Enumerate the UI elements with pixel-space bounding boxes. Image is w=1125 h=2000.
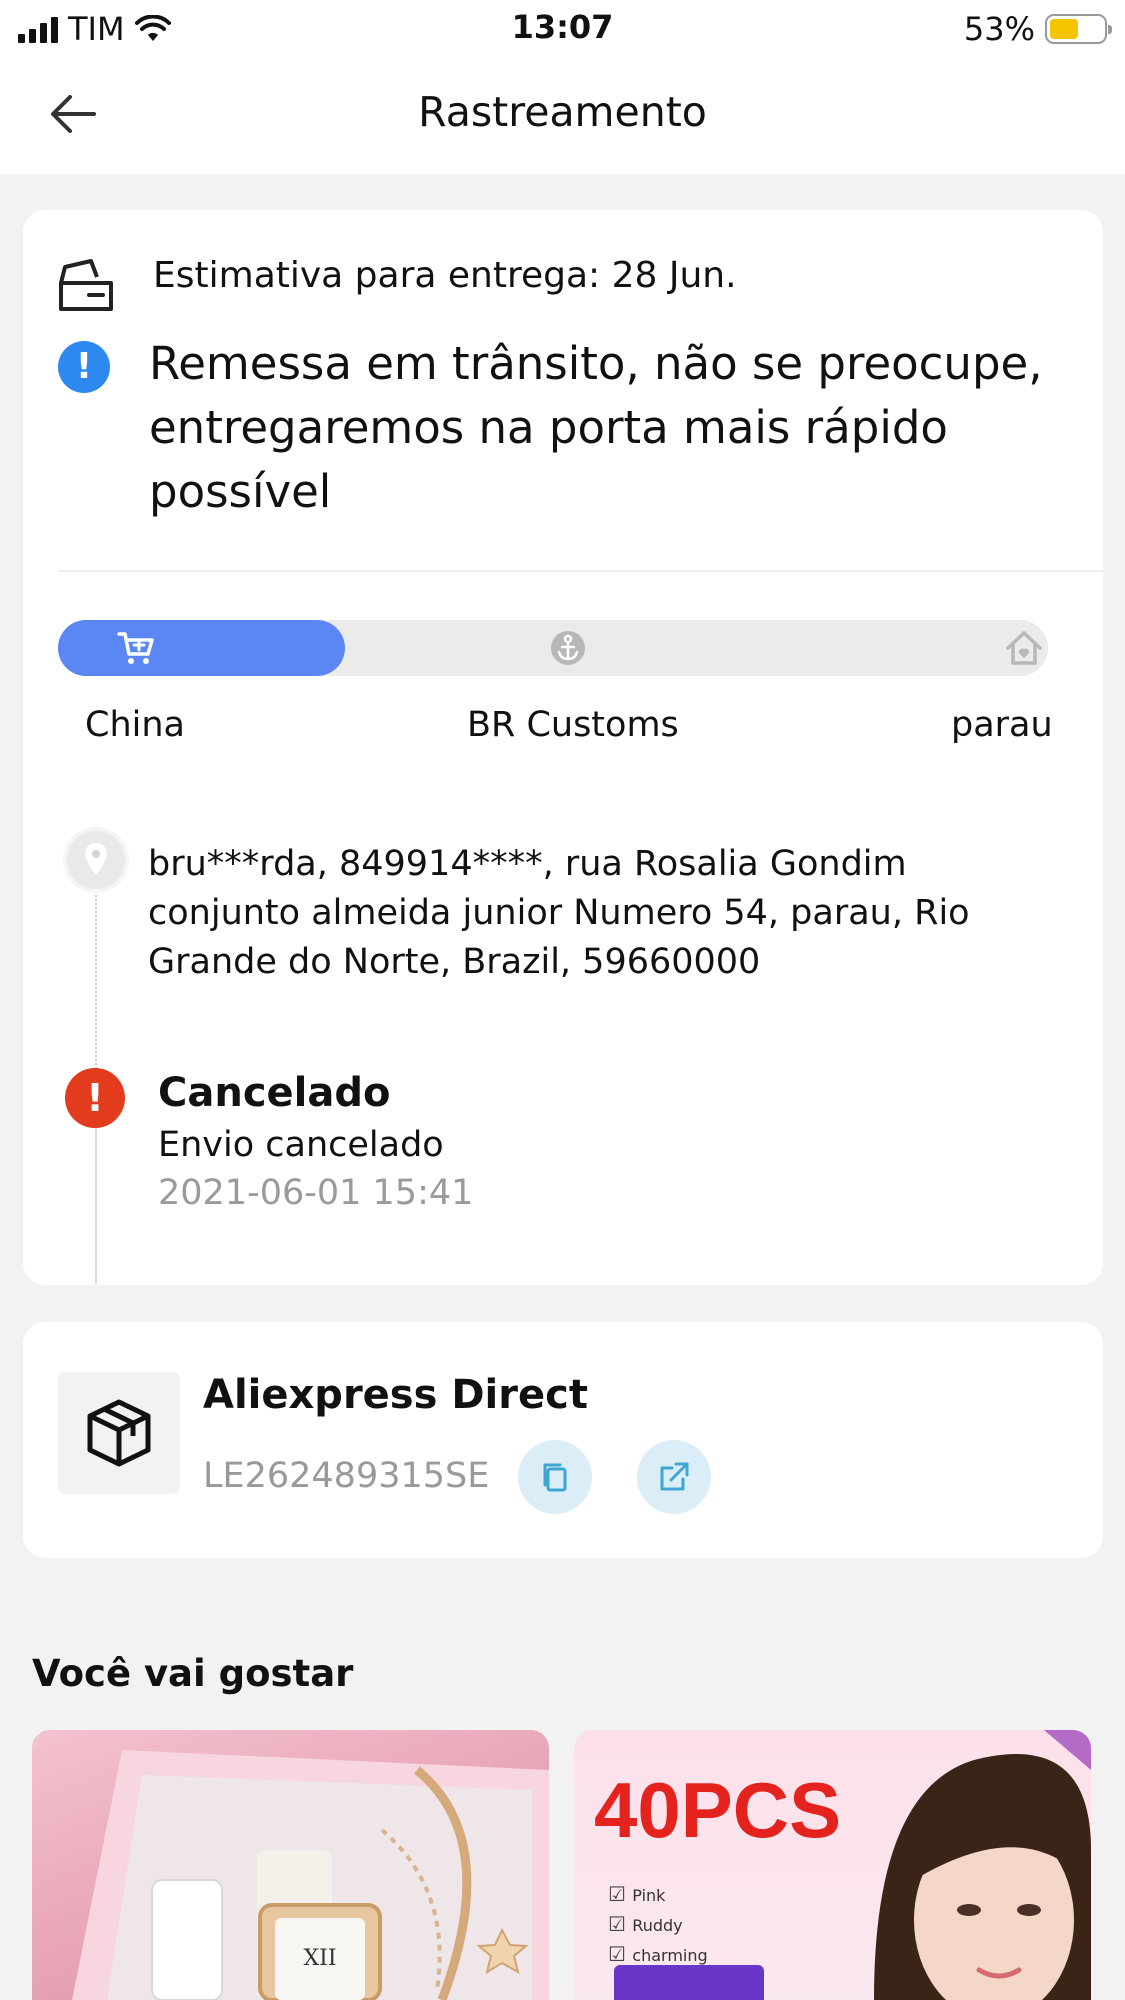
battery-level: [1050, 19, 1078, 39]
status-bar: TIM 13:07 53%: [0, 0, 1125, 56]
watch-gift-set-image: XII: [72, 1750, 549, 2000]
shipping-progress-bar: [58, 620, 1048, 676]
product-card-face-mask[interactable]: 40PCS Pink Ruddy charming: [574, 1730, 1091, 2000]
tracking-number: LE262489315SE: [203, 1456, 490, 1496]
status-right: 53%: [963, 10, 1112, 48]
promo-option: charming: [608, 1940, 707, 1970]
promo-options: Pink Ruddy charming: [608, 1880, 708, 1970]
carrier-name-label: Aliexpress Direct: [203, 1372, 588, 1418]
promo-option: Ruddy: [608, 1910, 708, 1940]
location-pin-icon: [63, 827, 129, 893]
stage-customs: BR Customs: [467, 705, 679, 745]
anchor-icon: [551, 631, 585, 665]
tracking-card: Estimativa para entrega: 28 Jun. ! Remes…: [23, 210, 1103, 1285]
status-time: 13:07: [511, 8, 614, 46]
alert-icon: !: [65, 1068, 125, 1128]
divider: [58, 570, 1103, 572]
external-link-icon: [660, 1462, 689, 1491]
promo-option: Pink: [608, 1880, 708, 1910]
delivery-estimate: Estimativa para entrega: 28 Jun.: [153, 255, 737, 296]
product-card-watch[interactable]: XII: [32, 1730, 549, 2000]
copy-icon: [543, 1463, 567, 1492]
page-title: Rastreamento: [418, 88, 707, 136]
event-datetime: 2021-06-01 15:41: [158, 1173, 474, 1213]
promo-label: 40PCS: [594, 1766, 842, 1854]
shipping-progress-fill: [58, 620, 346, 676]
battery-icon: [1045, 14, 1112, 44]
transit-notice: Remessa em trânsito, não se preocupe, en…: [149, 337, 1043, 518]
home-icon: [1006, 631, 1042, 665]
info-icon: !: [58, 341, 110, 393]
recommendations-title: Você vai gostar: [32, 1652, 354, 1695]
top-bar: TIM 13:07 53% Rastreamento: [0, 0, 1125, 174]
cart-icon: [117, 632, 154, 664]
battery-percent: 53%: [963, 10, 1035, 48]
carrier-card: Aliexpress Direct LE262489315SE: [23, 1322, 1103, 1558]
carrier-logo: [58, 1372, 180, 1494]
event-status-title: Cancelado: [158, 1070, 391, 1116]
package-icon: [87, 1399, 151, 1467]
open-carrier-site-button[interactable]: [637, 1440, 711, 1514]
stage-origin: China: [85, 705, 185, 745]
copy-tracking-button[interactable]: [518, 1440, 592, 1514]
delivery-box-icon: [59, 259, 113, 311]
event-description: Envio cancelado: [158, 1125, 444, 1165]
shipping-address: bru***rda, 849914****, rua Rosalia Gondi…: [148, 844, 970, 982]
stage-destination: parau: [951, 705, 1053, 745]
svg-text:XII: XII: [303, 1946, 336, 1971]
